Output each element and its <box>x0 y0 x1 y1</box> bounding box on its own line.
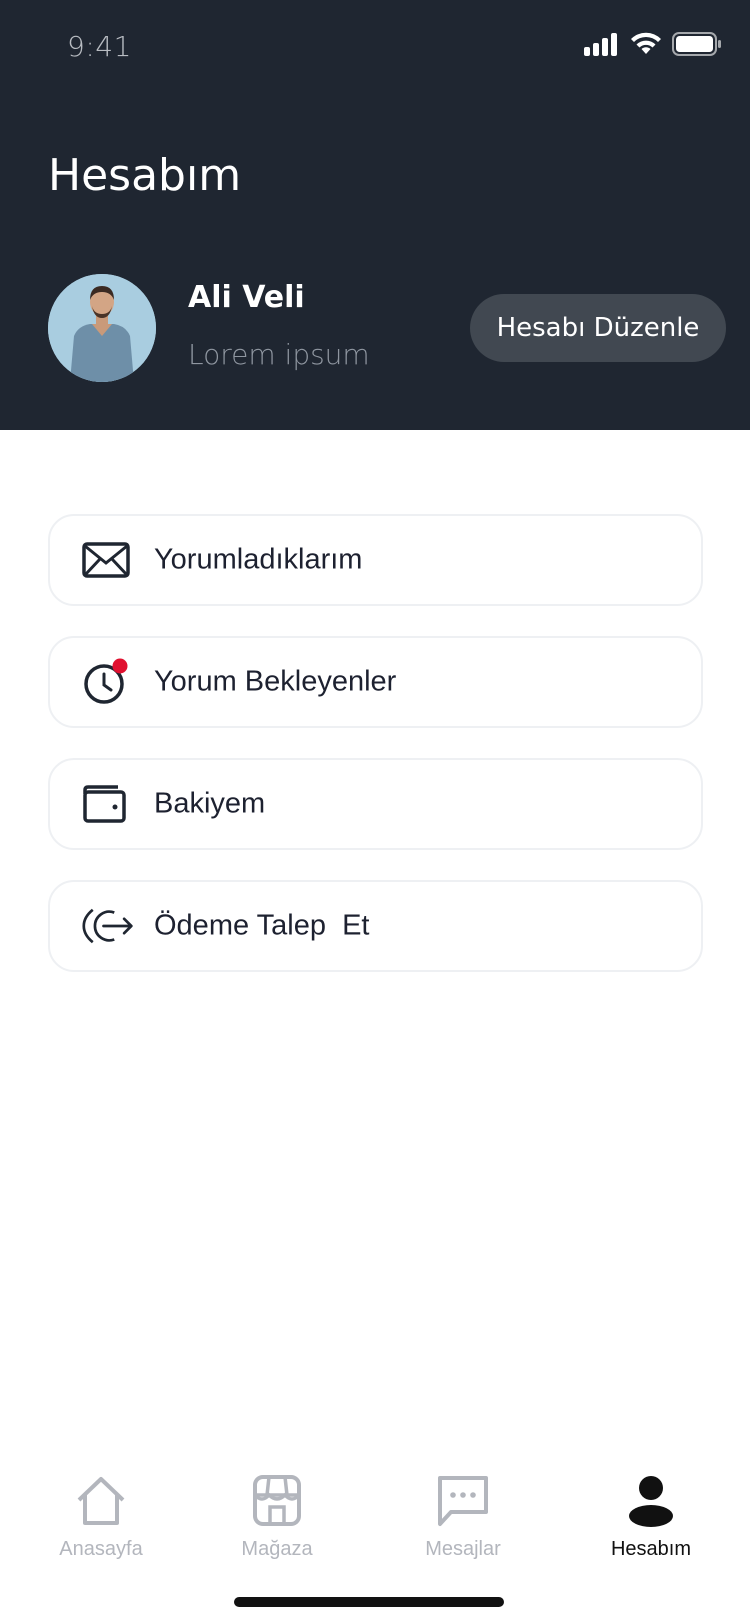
tab-mesajlar[interactable]: Mesajlar <box>383 1470 543 1561</box>
tab-label: Mesajlar <box>425 1538 501 1560</box>
menu-item-bakiyem[interactable]: Bakiyem <box>48 758 703 850</box>
store-icon <box>252 1470 302 1532</box>
menu-item-label: Ödeme Talep Et <box>154 909 370 942</box>
wifi-icon <box>630 32 662 61</box>
bottom-tab-bar: Anasayfa Mağaza Mesajlar Hesabım <box>0 1470 750 1580</box>
menu-item-odeme-talep-et[interactable]: Ödeme Talep Et <box>48 880 703 972</box>
tab-magaza[interactable]: Mağaza <box>197 1470 357 1561</box>
menu-item-yorumladiklarim[interactable]: Yorumladıklarım <box>48 514 703 606</box>
profile-header: 9:41 Hesabım Ali Veli Lorem ipsum Hesabı… <box>0 0 750 430</box>
user-subtitle: Lorem ipsum <box>188 338 370 371</box>
home-indicator <box>234 1597 504 1607</box>
avatar[interactable] <box>48 274 156 382</box>
menu-item-label: Bakiyem <box>154 787 266 820</box>
tab-label: Hesabım <box>610 1538 692 1560</box>
status-time: 9:41 <box>67 30 132 63</box>
tab-anasayfa[interactable]: Anasayfa <box>21 1470 181 1561</box>
edit-account-button[interactable]: Hesabı Düzenle <box>470 294 726 362</box>
envelope-icon <box>82 536 134 584</box>
user-icon <box>627 1470 675 1532</box>
menu-item-label: Yorumladıklarım <box>154 543 363 576</box>
chat-icon <box>437 1470 489 1532</box>
user-name: Ali Veli <box>188 280 305 315</box>
notification-badge <box>112 658 128 674</box>
signal-icon <box>584 32 620 61</box>
home-icon <box>75 1470 127 1532</box>
menu-item-yorum-bekleyenler[interactable]: Yorum Bekleyenler <box>48 636 703 728</box>
tab-label: Anasayfa <box>59 1538 143 1560</box>
tab-label: Mağaza <box>241 1538 313 1560</box>
wallet-icon <box>82 780 134 828</box>
page-title: Hesabım <box>48 150 242 201</box>
battery-icon <box>672 32 722 61</box>
status-icons <box>584 32 722 61</box>
tab-hesabim[interactable]: Hesabım <box>571 1470 731 1561</box>
logout-icon <box>82 902 134 950</box>
clock-icon <box>82 658 134 706</box>
menu-item-label: Yorum Bekleyenler <box>154 665 397 698</box>
